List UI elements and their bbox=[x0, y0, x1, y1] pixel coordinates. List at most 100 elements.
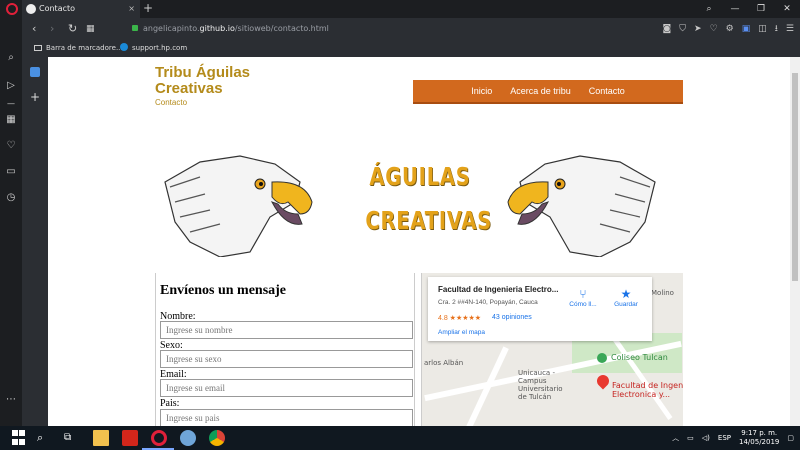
label-pais: Pais: bbox=[160, 398, 180, 409]
browser-tab[interactable]: Contacto × bbox=[22, 0, 140, 18]
site-subtitle: Contacto bbox=[155, 98, 188, 107]
lock-icon[interactable] bbox=[132, 25, 138, 31]
start-button-icon[interactable] bbox=[12, 430, 28, 446]
nav-acerca[interactable]: Acerca de tribu bbox=[510, 86, 571, 96]
translator-icon[interactable] bbox=[30, 67, 40, 77]
page-viewport: Tribu Águilas Creativas Contacto Inicio … bbox=[48, 57, 790, 426]
edge-icon[interactable] bbox=[180, 430, 196, 446]
speed-dial-icon[interactable]: ▦ bbox=[86, 21, 95, 37]
windows-taskbar: ⌕ ⧉ ︿ ▭ ◁) ESP 9:17 p. m. 14/05/2019 ▢ bbox=[0, 426, 800, 450]
translate-icon[interactable]: ▣ bbox=[742, 22, 751, 36]
opera-sidebar: ⌕ ▷ — ▦ ♡ ▭ ◷ ⋯ bbox=[0, 18, 22, 426]
nav-contacto[interactable]: Contacto bbox=[589, 86, 625, 96]
camera-icon[interactable]: ◙ bbox=[663, 22, 672, 36]
pais-input[interactable]: Ingrese su pais bbox=[160, 409, 413, 426]
bookmark-folder[interactable]: Barra de marcadore... bbox=[34, 40, 123, 57]
divider-icon: — bbox=[7, 99, 15, 108]
banner: ÁGUILAS CREATIVAS bbox=[155, 137, 685, 262]
taskbar-search-icon[interactable]: ⌕ bbox=[37, 430, 53, 446]
language-indicator[interactable]: ESP bbox=[718, 434, 731, 442]
form-title: Envíenos un mensaje bbox=[160, 283, 287, 298]
eagle-left-image bbox=[164, 155, 313, 257]
download-icon[interactable]: ⭳ bbox=[775, 22, 778, 36]
place-reviews-link[interactable]: 43 opiniones bbox=[492, 314, 532, 321]
file-explorer-icon[interactable] bbox=[93, 430, 109, 446]
window-controls: ⌕ — ❐ ✕ bbox=[696, 0, 800, 18]
close-tab-icon[interactable]: × bbox=[128, 0, 135, 18]
bookmarks-bar: Barra de marcadore... support.hp.com bbox=[22, 40, 800, 57]
map-label-carlos: arlos Albán bbox=[424, 359, 464, 367]
close-window-icon[interactable]: ✕ bbox=[774, 0, 800, 18]
directions-button[interactable]: ⑂ Cómo ll... bbox=[563, 287, 603, 308]
network-icon[interactable]: ▭ bbox=[687, 434, 694, 442]
new-tab-button[interactable]: + bbox=[143, 0, 153, 17]
tab-title: Contacto bbox=[39, 4, 76, 13]
notifications-icon[interactable]: ▢ bbox=[787, 434, 794, 442]
main-nav: Inicio Acerca de tribu Contacto bbox=[413, 80, 683, 104]
bookmarks-heart-icon[interactable]: ♡ bbox=[5, 140, 17, 152]
nombre-input[interactable]: Ingrese su nombre bbox=[160, 321, 413, 339]
browser-tab-bar: Contacto × + ⌕ — ❐ ✕ bbox=[0, 0, 800, 18]
place-rating: 4.8 ★★★★★ bbox=[438, 315, 482, 322]
extension-icon[interactable]: ◫ bbox=[758, 22, 767, 36]
settings-icon[interactable]: ⚙ bbox=[726, 22, 734, 36]
banner-text: ÁGUILAS CREATIVAS bbox=[365, 162, 493, 235]
menu-icon[interactable]: ☰ bbox=[786, 22, 794, 36]
site-title[interactable]: Tribu Águilas Creativas bbox=[155, 65, 295, 97]
page-scrollbar[interactable] bbox=[790, 57, 800, 426]
forward-icon[interactable]: › bbox=[50, 21, 54, 37]
place-card: Facultad de Ingenieria Electro... Cra. 2… bbox=[428, 277, 652, 341]
location-pin-icon[interactable] bbox=[594, 372, 612, 390]
reload-icon[interactable]: ↻ bbox=[68, 21, 77, 37]
pdf-reader-icon[interactable] bbox=[122, 430, 138, 446]
star-icon: ★ bbox=[620, 287, 632, 301]
eagle-right-image bbox=[507, 155, 656, 257]
bookmark-hp[interactable]: support.hp.com bbox=[120, 40, 187, 57]
opera-menu-icon[interactable] bbox=[6, 3, 18, 15]
flow-icon[interactable]: ▷ bbox=[5, 80, 17, 92]
maximize-icon[interactable]: ❐ bbox=[748, 0, 774, 18]
scrollbar-thumb[interactable] bbox=[792, 73, 798, 281]
map-label-unicauca: Unicauca - Campus Universitario de Tulcá… bbox=[518, 369, 563, 401]
clock[interactable]: 9:17 p. m. 14/05/2019 bbox=[739, 429, 779, 447]
search-icon[interactable]: ⌕ bbox=[5, 52, 17, 64]
adblock-shield-icon[interactable]: ⛉ bbox=[679, 22, 686, 36]
coliseo-marker-icon[interactable] bbox=[597, 353, 607, 363]
github-favicon-icon bbox=[26, 4, 36, 14]
more-icon[interactable]: ⋯ bbox=[5, 394, 17, 406]
side-panel: + bbox=[22, 57, 48, 426]
search-tabs-icon[interactable]: ⌕ bbox=[696, 0, 722, 18]
task-view-icon[interactable]: ⧉ bbox=[64, 430, 80, 446]
sexo-input[interactable]: Ingrese su sexo bbox=[160, 350, 413, 368]
back-icon[interactable]: ‹ bbox=[32, 21, 36, 37]
folder-icon bbox=[34, 45, 42, 51]
map-label-facultad: Facultad de Ingenie Electronica y... bbox=[612, 381, 683, 399]
map-label-molino: Molino bbox=[651, 289, 674, 297]
directions-icon: ⑂ bbox=[579, 287, 587, 301]
enlarge-map-link[interactable]: Ampliar el mapa bbox=[438, 329, 485, 336]
hp-icon bbox=[120, 43, 128, 51]
nav-inicio[interactable]: Inicio bbox=[471, 86, 492, 96]
contact-form: Envíenos un mensaje Nombre: Ingrese su n… bbox=[155, 273, 415, 426]
opera-taskbar-icon[interactable] bbox=[151, 430, 167, 446]
address-bar-row: ‹ › ↻ ▦ angelicapinto.github.io/sitioweb… bbox=[22, 18, 800, 40]
heart-icon[interactable]: ♡ bbox=[710, 22, 718, 36]
place-address: Cra. 2 ##4N-140, Popayán, Cauca bbox=[438, 299, 538, 306]
map-embed[interactable]: Molino arlos Albán Coliseo Tulcan Unicau… bbox=[421, 273, 683, 426]
volume-icon[interactable]: ◁) bbox=[702, 434, 710, 442]
system-tray: ︿ ▭ ◁) ESP 9:17 p. m. 14/05/2019 ▢ bbox=[672, 426, 794, 450]
url-field[interactable]: angelicapinto.github.io/sitioweb/contact… bbox=[143, 22, 329, 36]
speed-dial-sidebar-icon[interactable]: ▦ bbox=[5, 114, 17, 126]
tray-chevron-icon[interactable]: ︿ bbox=[672, 433, 679, 443]
chrome-icon[interactable] bbox=[209, 430, 225, 446]
add-panel-icon[interactable]: + bbox=[30, 91, 40, 103]
map-label-coliseo: Coliseo Tulcan bbox=[611, 353, 668, 362]
save-place-button[interactable]: ★ Guardar bbox=[606, 287, 646, 308]
address-bar-actions: ◙ ⛉ ➤ ♡ ⚙ ▣ ◫ ⭳ ☰ bbox=[663, 22, 794, 36]
tabs-icon[interactable]: ▭ bbox=[5, 166, 17, 178]
history-icon[interactable]: ◷ bbox=[5, 192, 17, 204]
minimize-icon[interactable]: — bbox=[722, 0, 748, 18]
email-input[interactable]: Ingrese su email bbox=[160, 379, 413, 397]
place-name: Facultad de Ingenieria Electro... bbox=[438, 285, 559, 294]
send-icon[interactable]: ➤ bbox=[694, 22, 702, 36]
